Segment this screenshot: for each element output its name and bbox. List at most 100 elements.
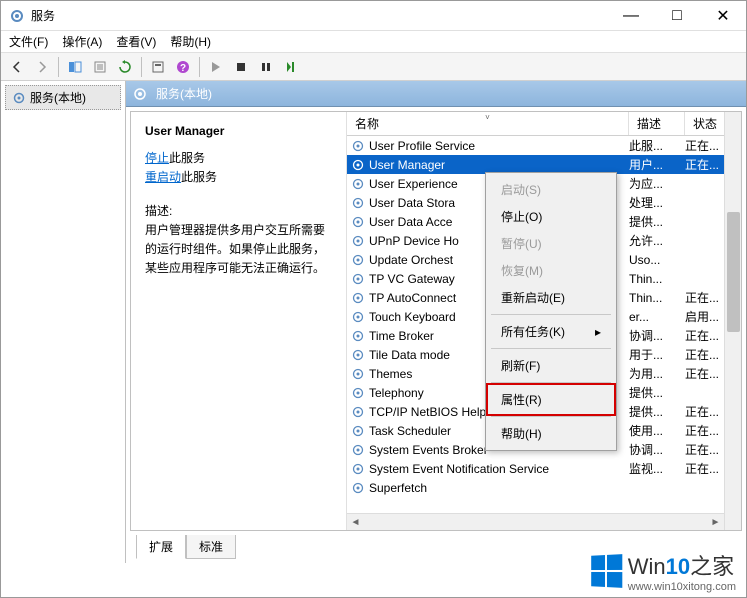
horizontal-scrollbar[interactable]: ◄ ► [347,513,741,530]
pause-service-button[interactable] [254,56,278,78]
scroll-right-icon[interactable]: ► [707,514,724,531]
menu-item-properties[interactable]: 属性(R) [489,386,613,413]
watermark-url: www.win10xitong.com [628,581,736,593]
nav-forward-button[interactable] [30,56,54,78]
titlebar: 服务 — □ ✕ [1,1,746,31]
scrollbar-thumb[interactable] [727,212,740,332]
restart-service-link[interactable]: 重启动 [145,170,181,184]
service-desc-cell: 提供... [629,213,685,230]
vertical-scrollbar[interactable] [724,112,741,530]
service-desc-cell: 此服... [629,137,685,154]
gear-icon [351,424,365,438]
list-header: 名称 ˅ 描述 状态 [347,112,741,136]
scroll-left-icon[interactable]: ◄ [347,514,364,531]
menu-item-restart[interactable]: 重新启动(E) [489,284,613,311]
menubar: 文件(F) 操作(A) 查看(V) 帮助(H) [1,31,746,53]
gear-icon [12,91,26,105]
windows-logo-icon [591,554,622,588]
menu-view[interactable]: 查看(V) [116,33,156,50]
gear-icon [351,196,365,210]
service-desc-cell: 协调... [629,327,685,344]
restart-service-button[interactable] [279,56,303,78]
tree-panel: 服务(本地) [1,81,126,563]
service-name-cell: Superfetch [369,481,629,495]
window-title: 服务 [31,7,608,24]
watermark: Win10之家 www.win10xitong.com [580,545,746,597]
service-desc-cell: 允许... [629,232,685,249]
gear-icon [351,139,365,153]
service-desc-cell: 用户... [629,156,685,173]
help-button[interactable]: ? [171,56,195,78]
gear-icon [351,329,365,343]
maximize-button[interactable]: □ [654,1,700,31]
tab-extended[interactable]: 扩展 [136,535,186,559]
detail-panel: User Manager 停止此服务 重启动此服务 描述: 用户管理器提供多用户… [131,112,346,530]
tree-root-services-local[interactable]: 服务(本地) [5,85,121,110]
menu-item-start: 启动(S) [489,176,613,203]
gear-icon [132,86,148,102]
service-desc-cell: 协调... [629,441,685,458]
service-desc-cell: Thin... [629,272,685,286]
menu-item-all-tasks[interactable]: 所有任务(K)▸ [489,318,613,345]
gear-icon [351,310,365,324]
menu-item-refresh[interactable]: 刷新(F) [489,352,613,379]
show-hide-tree-button[interactable] [63,56,87,78]
gear-icon [351,386,365,400]
stop-service-link[interactable]: 停止 [145,151,169,165]
selected-service-name: User Manager [145,122,332,141]
submenu-arrow-icon: ▸ [595,325,601,339]
gear-icon [351,348,365,362]
svg-text:?: ? [180,63,186,74]
menu-item-resume: 恢复(M) [489,257,613,284]
tree-root-label: 服务(本地) [30,89,86,106]
service-desc-cell: 提供... [629,384,685,401]
menu-file[interactable]: 文件(F) [9,33,48,50]
content-header: 服务(本地) [126,81,746,107]
menu-help[interactable]: 帮助(H) [170,33,211,50]
gear-icon [351,291,365,305]
service-desc-cell: 处理... [629,194,685,211]
gear-icon [351,158,365,172]
properties-button[interactable] [146,56,170,78]
menu-item-pause: 暂停(U) [489,230,613,257]
service-desc-cell: 监视... [629,460,685,477]
menu-item-help[interactable]: 帮助(H) [489,420,613,447]
menu-item-stop[interactable]: 停止(O) [489,203,613,230]
tab-standard[interactable]: 标准 [186,535,236,559]
export-list-button[interactable] [88,56,112,78]
watermark-brand: Win10之家 [628,549,736,581]
nav-back-button[interactable] [5,56,29,78]
gear-icon [351,462,365,476]
close-button[interactable]: ✕ [700,1,746,31]
service-row[interactable]: Superfetch [347,478,741,497]
column-header-name[interactable]: 名称 ˅ [347,112,629,135]
gear-icon [351,272,365,286]
refresh-button[interactable] [113,56,137,78]
service-desc-cell: 为应... [629,175,685,192]
minimize-button[interactable]: — [608,1,654,31]
gear-icon [351,481,365,495]
service-desc-cell: 提供... [629,403,685,420]
service-name-cell: System Event Notification Service [369,462,629,476]
gear-icon [351,177,365,191]
service-context-menu: 启动(S) 停止(O) 暂停(U) 恢复(M) 重新启动(E) 所有任务(K)▸… [485,172,617,451]
gear-icon [351,367,365,381]
services-app-icon [9,8,25,24]
gear-icon [351,443,365,457]
stop-service-button[interactable] [229,56,253,78]
start-service-button[interactable] [204,56,228,78]
service-row[interactable]: User Profile Service此服...正在... [347,136,741,155]
gear-icon [351,253,365,267]
service-desc-cell: Thin... [629,291,685,305]
gear-icon [351,405,365,419]
description-label: 描述: [145,202,332,221]
toolbar: ? [1,53,746,81]
gear-icon [351,234,365,248]
service-row[interactable]: System Event Notification Service监视...正在… [347,459,741,478]
service-desc-cell: 为用... [629,365,685,382]
menu-action[interactable]: 操作(A) [62,33,102,50]
service-name-cell: User Profile Service [369,139,629,153]
service-desc-cell: er... [629,310,685,324]
service-desc-cell: 用于... [629,346,685,363]
column-header-desc[interactable]: 描述 [629,112,685,135]
